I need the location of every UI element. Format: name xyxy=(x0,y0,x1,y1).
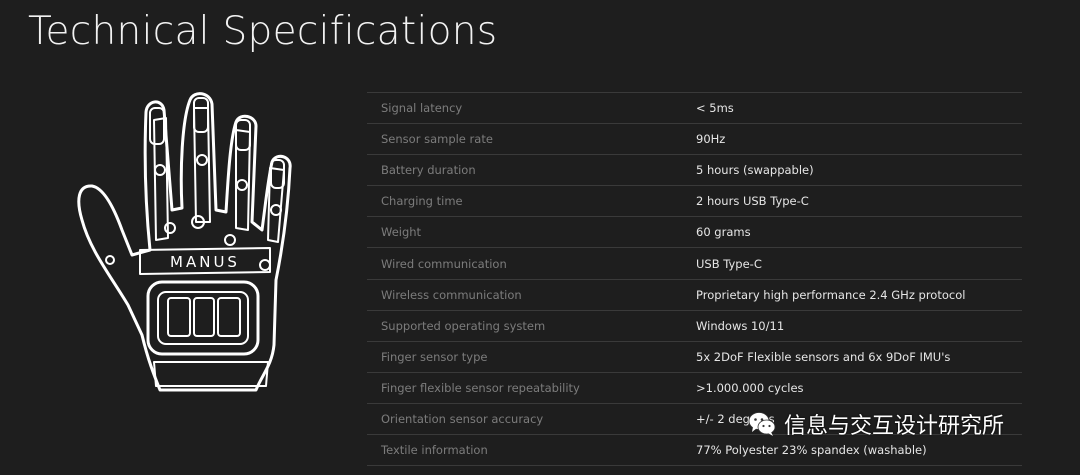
spec-row: Signal latency < 5ms xyxy=(367,93,1022,125)
spec-row: Supported operating system Windows 10/11 xyxy=(367,311,1022,342)
spec-row: Battery duration 5 hours (swappable) xyxy=(367,155,1022,187)
spec-value: 77% Polyester 23% spandex (washable) xyxy=(696,443,927,458)
spec-label: Supported operating system xyxy=(381,318,546,333)
spec-row: Wireless communication Proprietary high p… xyxy=(367,280,1022,311)
spec-row: Charging time 2 hours USB Type-C xyxy=(367,186,1022,218)
spec-value: USB Type-C xyxy=(696,256,762,271)
spec-label: Signal latency xyxy=(381,101,463,116)
spec-label: Sensor sample rate xyxy=(381,132,493,147)
spec-row: Wired communication USB Type-C xyxy=(367,248,1022,280)
page-title: Technical Specifications xyxy=(28,9,498,54)
spec-value: 5x 2DoF Flexible sensors and 6x 9DoF IMU… xyxy=(696,349,951,364)
watermark-text: 信息与交互设计研究所 xyxy=(784,414,1005,439)
spec-value: < 5ms xyxy=(696,101,734,116)
spec-value: Proprietary high performance 2.4 GHz pro… xyxy=(696,287,966,302)
spec-value: 90Hz xyxy=(696,132,726,147)
spec-label: Charging time xyxy=(381,194,463,209)
spec-label: Finger sensor type xyxy=(381,349,488,364)
spec-row: Weight 60 grams xyxy=(367,217,1022,249)
watermark: 信息与交互设计研究所 xyxy=(748,408,1004,440)
spec-label: Finger flexible sensor repeatability xyxy=(381,380,580,395)
spec-value: >1.000.000 cycles xyxy=(696,380,804,395)
spec-label: Wired communication xyxy=(381,256,507,271)
glove-illustration: MANUS xyxy=(77,92,292,392)
spec-row: Finger sensor type 5x 2DoF Flexible senso… xyxy=(367,342,1022,373)
spec-label: Battery duration xyxy=(381,163,476,178)
spec-value: Windows 10/11 xyxy=(696,318,785,333)
spec-value: 5 hours (swappable) xyxy=(696,163,814,178)
spec-label: Weight xyxy=(381,225,422,240)
spec-label: Textile information xyxy=(381,443,488,458)
spec-label: Wireless communication xyxy=(381,287,522,302)
glove-logo-text: MANUS xyxy=(170,253,240,271)
spec-label: Orientation sensor accuracy xyxy=(381,411,544,426)
spec-value: 2 hours USB Type-C xyxy=(696,194,809,209)
spec-row: Finger flexible sensor repeatability >1.0… xyxy=(367,373,1022,404)
spec-row: Sensor sample rate 90Hz xyxy=(367,124,1022,156)
wechat-icon xyxy=(748,412,776,436)
spec-value: 60 grams xyxy=(696,225,751,240)
